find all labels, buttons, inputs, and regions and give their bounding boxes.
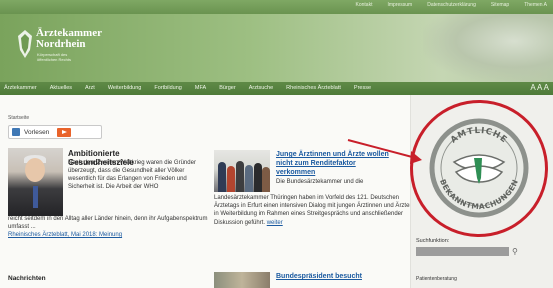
annotation-arrow-icon: [347, 139, 422, 164]
